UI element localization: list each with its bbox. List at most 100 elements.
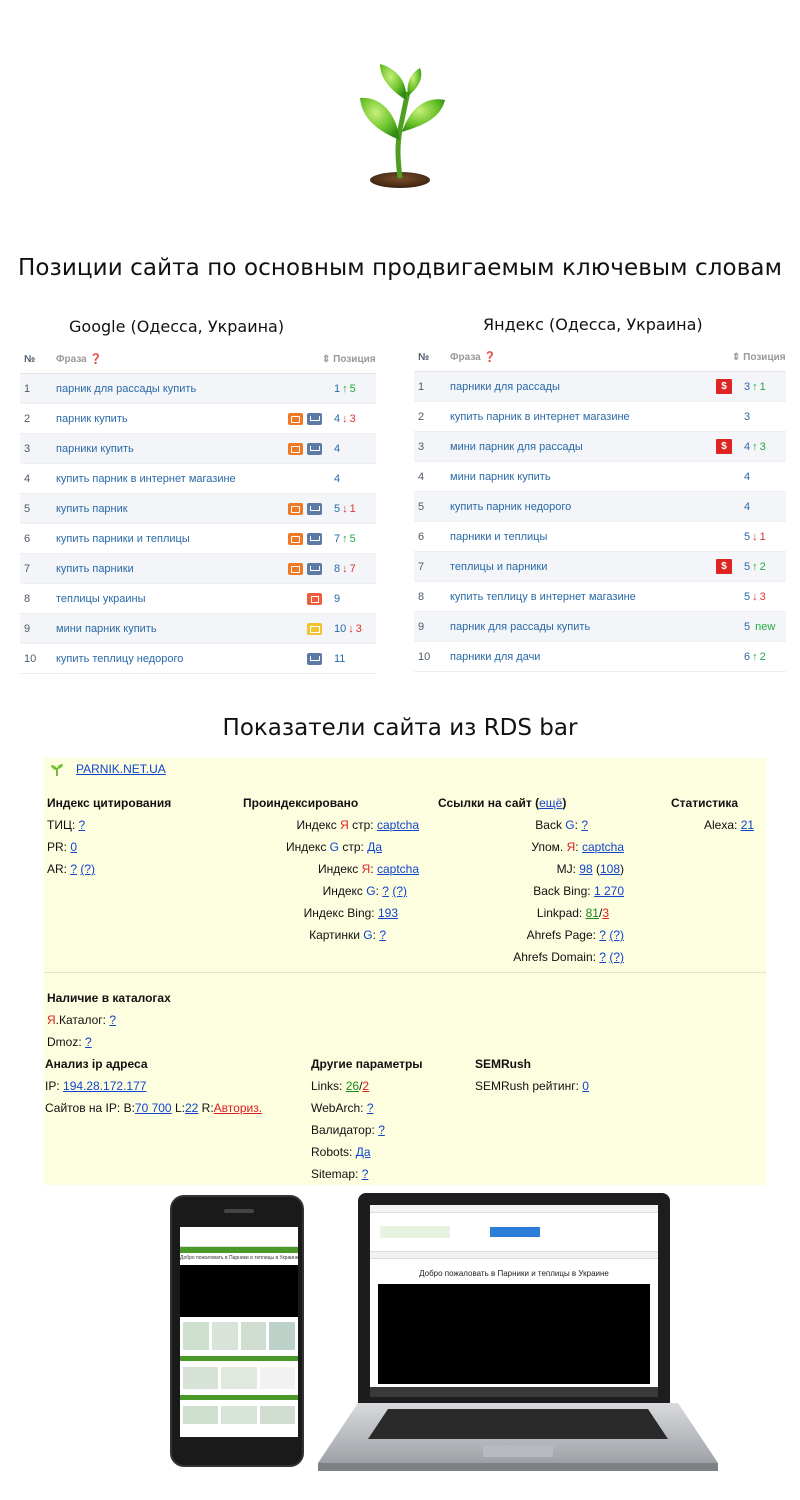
other-title: Другие параметры [311,1057,423,1071]
g-index-value[interactable]: ? [382,884,389,898]
row-number: 9 [418,620,425,633]
keyword-phrase[interactable]: теплицы и парники [450,561,700,573]
keyword-phrase[interactable]: парник для рассады купить [450,621,700,633]
mj-value[interactable]: 98 [579,862,592,876]
money-icon[interactable] [288,532,303,545]
site-link[interactable]: PARNIK.NET.UA [76,762,166,776]
validator-value[interactable]: ? [378,1123,385,1137]
keyword-phrase[interactable]: мини парник купить [450,471,700,483]
mj-extra[interactable]: 108 [600,862,620,876]
keyword-phrase[interactable]: парник купить [56,413,278,425]
keyword-phrase[interactable]: парники купить [56,443,278,455]
keyword-phrase[interactable]: купить парник в интернет магазине [56,473,278,485]
position-cell: 4 [732,471,786,483]
cart-icon[interactable] [307,442,322,455]
keyword-phrase[interactable]: купить парник в интернет магазине [450,411,700,423]
money-icon[interactable] [288,412,303,425]
header-position[interactable]: ⇕ Позиция [732,352,786,363]
keyword-phrase[interactable]: мини парник для рассады [450,441,700,453]
keyword-phrase[interactable]: теплицы украины [56,593,278,605]
image-icon[interactable] [307,622,322,635]
g-pages-value[interactable]: Да [367,840,382,854]
position-change: 1 [759,380,766,393]
keyword-phrase[interactable]: купить теплицу в интернет магазине [450,591,700,603]
money-icon[interactable] [288,562,303,575]
ar-value[interactable]: ? [70,862,77,876]
ahrefs-domain-value[interactable]: ? [599,950,606,964]
dollar-icon[interactable]: $ [716,559,732,574]
position-cell: 5 ↑ 2 [732,561,786,573]
keyword-phrase[interactable]: парники для дачи [450,651,700,663]
ya-pages-value[interactable]: captcha [377,818,419,832]
keyword-phrase[interactable]: купить парники [56,563,278,575]
bing-index-value[interactable]: 193 [378,906,398,920]
back-g-row: Back G: ? [535,818,588,832]
yandex-title: Яндекс (Одесса, Украина) [483,315,703,334]
pr-value[interactable]: 0 [70,840,77,854]
header-phrase[interactable]: Фраза ❓ [56,354,322,365]
ahrefs-page-extra[interactable]: (?) [609,928,624,942]
dmoz-value[interactable]: ? [85,1035,92,1049]
alexa-value[interactable]: 21 [741,818,754,832]
sites-l-value[interactable]: 22 [185,1101,198,1115]
row-number: 7 [418,560,425,573]
semrush-rating-value[interactable]: 0 [582,1079,589,1093]
back-bing-value[interactable]: 1 270 [594,884,624,898]
video-icon[interactable] [307,592,322,605]
laptop-welcome: Добро пожаловать в Парники и теплицы в У… [419,1269,609,1278]
position-cell: 7 ↑ 5 [322,533,376,545]
links-value-a[interactable]: 26 [346,1079,359,1093]
keyword-phrase[interactable]: парники для рассады [450,381,700,393]
position-change: 3 [349,412,356,425]
sites-r-value[interactable]: Авториз. [214,1101,262,1115]
bing-index-row: Индекс Bing: 193 [303,906,398,920]
dollar-icon[interactable]: $ [716,439,732,454]
arrow-down-icon: ↓ [348,622,354,635]
ahrefs-page-value[interactable]: ? [599,928,606,942]
keyword-phrase[interactable]: купить парники и теплицы [56,533,278,545]
more-link[interactable]: ещё [539,796,562,810]
row-icons [278,592,322,605]
ar-extra[interactable]: (?) [80,862,95,876]
images-value[interactable]: ? [379,928,386,942]
position-cell: 4 [322,473,376,485]
table-row: 5 купить парник 5 ↓ 1 [20,494,376,524]
sites-b-value[interactable]: 70 700 [135,1101,172,1115]
keyword-phrase[interactable]: купить парник недорого [450,501,700,513]
row-number: 2 [24,412,31,425]
header-phrase[interactable]: Фраза ❓ [450,352,732,363]
keyword-phrase[interactable]: купить теплицу недорого [56,653,278,665]
money-icon[interactable] [288,442,303,455]
keyword-phrase[interactable]: парники и теплицы [450,531,700,543]
position-value: 4 [334,412,341,425]
ya-catalog-value[interactable]: ? [109,1013,116,1027]
ip-value[interactable]: 194.28.172.177 [63,1079,146,1093]
g-index-extra[interactable]: (?) [392,884,407,898]
cart-icon[interactable] [307,652,322,665]
dollar-icon[interactable]: $ [716,379,732,394]
ya-index-value[interactable]: captcha [377,862,419,876]
position-new-badge: new [755,620,776,633]
cart-icon[interactable] [307,502,322,515]
arrow-up-icon: ↑ [752,440,758,453]
row-number: 10 [24,652,37,665]
linkpad-value-a[interactable]: 81 [586,906,599,920]
money-icon[interactable] [288,502,303,515]
linkpad-value-b[interactable]: 3 [602,906,609,920]
keyword-phrase[interactable]: мини парник купить [56,623,278,635]
mention-value[interactable]: captcha [582,840,624,854]
cart-icon[interactable] [307,562,322,575]
links-value-b[interactable]: 2 [362,1079,369,1093]
keyword-phrase[interactable]: парник для рассады купить [56,383,278,395]
tic-value[interactable]: ? [79,818,86,832]
keyword-phrase[interactable]: купить парник [56,503,278,515]
back-g-value[interactable]: ? [581,818,588,832]
cart-icon[interactable] [307,532,322,545]
cart-icon[interactable] [307,412,322,425]
sprout-logo [360,64,445,188]
robots-value[interactable]: Да [356,1145,371,1159]
webarch-value[interactable]: ? [367,1101,374,1115]
sitemap-value[interactable]: ? [362,1167,369,1181]
ahrefs-domain-extra[interactable]: (?) [609,950,624,964]
header-position[interactable]: ⇕ Позиция [322,354,376,365]
